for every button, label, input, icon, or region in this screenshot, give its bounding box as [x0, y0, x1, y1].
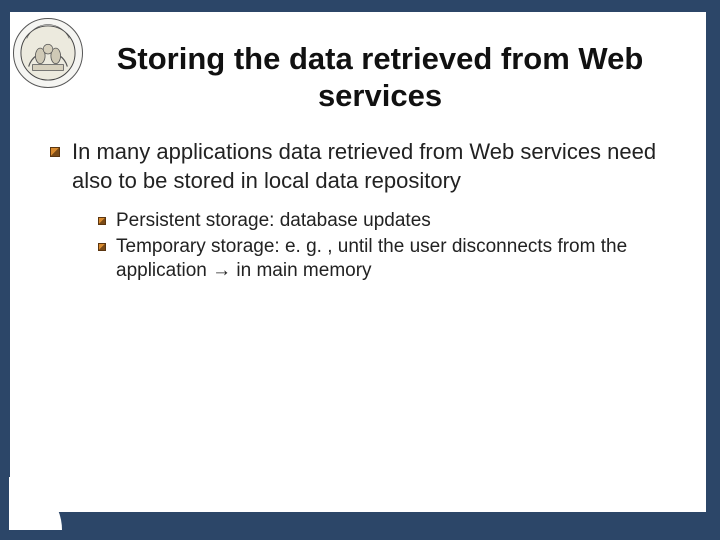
bullet-icon — [98, 217, 106, 225]
bullet-icon — [50, 147, 60, 157]
bullet-icon — [98, 243, 106, 251]
slide-title: Storing the data retrieved from Web serv… — [100, 40, 660, 114]
bullet-text: In many applications data retrieved from… — [72, 138, 680, 194]
frame-corner — [0, 480, 60, 540]
list-item: Persistent storage: database updates — [98, 209, 680, 233]
frame-left — [0, 0, 10, 520]
frame-right — [706, 0, 720, 540]
list-item: Temporary storage: e. g. , until the use… — [98, 235, 680, 284]
frame-bottom — [0, 512, 720, 540]
slide-content: Storing the data retrieved from Web serv… — [40, 30, 680, 286]
frame-top — [0, 0, 720, 12]
bullet-level1: In many applications data retrieved from… — [50, 138, 680, 194]
bullet-text: Temporary storage: e. g. , until the use… — [116, 235, 680, 284]
bullet-text: Persistent storage: database updates — [116, 209, 431, 233]
bullet-level2-list: Persistent storage: database updates Tem… — [98, 209, 680, 284]
